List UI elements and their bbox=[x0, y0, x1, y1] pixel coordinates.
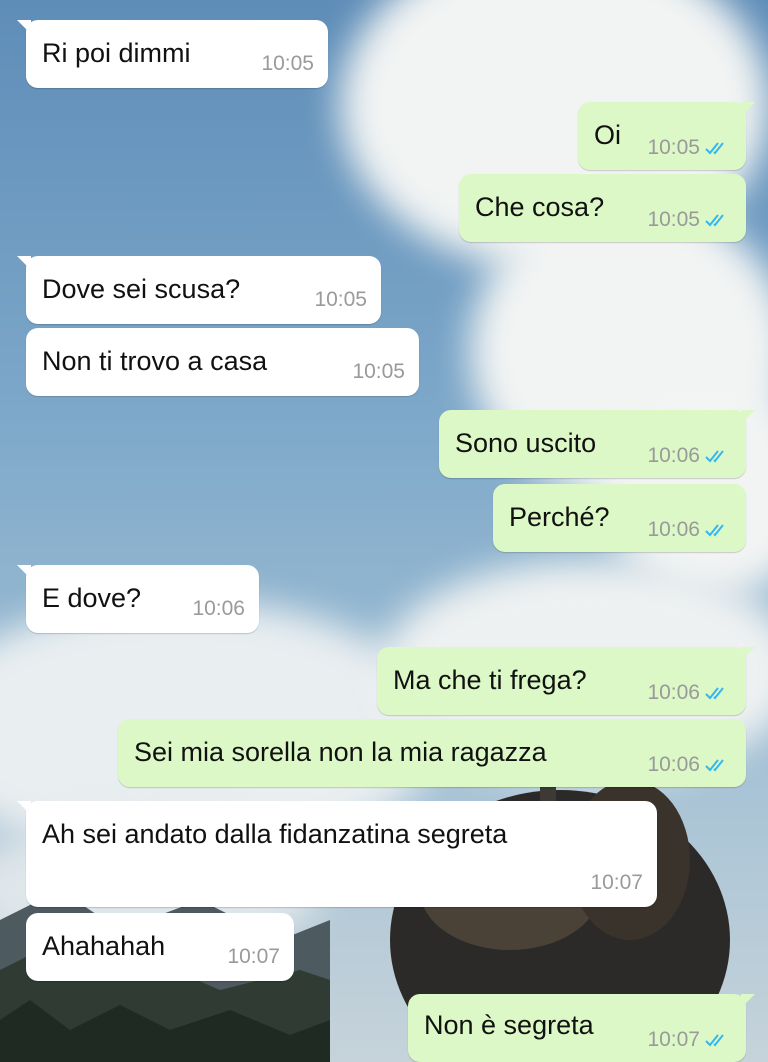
message-bubble-outgoing[interactable]: Non è segreta 10:07 bbox=[408, 994, 755, 1062]
message-bubble-incoming[interactable]: Dove sei scusa? 10:05 bbox=[17, 256, 381, 324]
message-meta: 10:05 bbox=[314, 288, 367, 312]
read-ticks-icon bbox=[705, 450, 724, 463]
read-ticks-icon bbox=[705, 1034, 724, 1047]
message-meta: 10:05 bbox=[647, 208, 732, 232]
message-meta: 10:05 bbox=[352, 360, 405, 384]
message-text: E dove? bbox=[42, 583, 142, 613]
message-bubble-incoming[interactable]: Ah sei andato dalla fidanzatina segreta … bbox=[17, 801, 657, 907]
message-text: Sono uscito bbox=[455, 428, 597, 458]
message-meta: 10:06 bbox=[647, 444, 732, 468]
message-bubble-outgoing[interactable]: Perché? 10:06 bbox=[493, 484, 746, 552]
message-time: 10:06 bbox=[647, 518, 700, 541]
message-time: 10:06 bbox=[647, 444, 700, 467]
message-bubble-incoming[interactable]: Ahahahah 10:07 bbox=[26, 913, 294, 981]
message-text: Ma che ti frega? bbox=[393, 665, 587, 695]
read-ticks-icon bbox=[705, 142, 724, 155]
read-ticks-icon bbox=[705, 687, 724, 700]
message-time: 10:06 bbox=[192, 597, 245, 620]
message-text: Sei mia sorella non la mia ragazza bbox=[134, 737, 547, 767]
message-text: Che cosa? bbox=[475, 192, 605, 222]
message-text: Ah sei andato dalla fidanzatina segreta bbox=[42, 819, 508, 849]
message-meta: 10:07 bbox=[590, 871, 643, 895]
message-text: Ahahahah bbox=[42, 931, 166, 961]
message-bubble-incoming[interactable]: E dove? 10:06 bbox=[17, 565, 259, 633]
read-ticks-icon bbox=[705, 759, 724, 772]
message-meta: 10:06 bbox=[647, 518, 732, 542]
message-time: 10:07 bbox=[590, 871, 643, 894]
message-text: Ri poi dimmi bbox=[42, 38, 191, 68]
message-time: 10:05 bbox=[647, 136, 700, 159]
message-meta: 10:05 bbox=[647, 136, 732, 160]
message-time: 10:07 bbox=[647, 1028, 700, 1051]
message-time: 10:05 bbox=[261, 52, 314, 75]
message-time: 10:05 bbox=[647, 208, 700, 231]
message-text: Non ti trovo a casa bbox=[42, 346, 268, 376]
message-bubble-incoming[interactable]: Non ti trovo a casa 10:05 bbox=[26, 328, 419, 396]
message-meta: 10:07 bbox=[647, 1028, 732, 1052]
message-meta: 10:07 bbox=[227, 945, 280, 969]
message-bubble-outgoing[interactable]: Sono uscito 10:06 bbox=[439, 410, 755, 478]
message-text: Non è segreta bbox=[424, 1010, 594, 1040]
read-ticks-icon bbox=[705, 214, 724, 227]
message-time: 10:07 bbox=[227, 945, 280, 968]
message-text: Perché? bbox=[509, 502, 610, 532]
message-time: 10:06 bbox=[647, 681, 700, 704]
read-ticks-icon bbox=[705, 524, 724, 537]
message-bubble-outgoing[interactable]: Oi 10:05 bbox=[578, 102, 755, 170]
message-bubble-outgoing[interactable]: Sei mia sorella non la mia ragazza 10:06 bbox=[118, 719, 746, 787]
message-text: Dove sei scusa? bbox=[42, 274, 241, 304]
message-bubble-incoming[interactable]: Ri poi dimmi 10:05 bbox=[17, 20, 328, 88]
message-meta: 10:06 bbox=[647, 753, 732, 777]
message-time: 10:05 bbox=[314, 288, 367, 311]
message-time: 10:05 bbox=[352, 360, 405, 383]
message-text: Oi bbox=[594, 120, 621, 150]
message-bubble-outgoing[interactable]: Che cosa? 10:05 bbox=[459, 174, 746, 242]
message-meta: 10:06 bbox=[647, 681, 732, 705]
message-meta: 10:05 bbox=[261, 52, 314, 76]
message-meta: 10:06 bbox=[192, 597, 245, 621]
message-time: 10:06 bbox=[647, 753, 700, 776]
message-bubble-outgoing[interactable]: Ma che ti frega? 10:06 bbox=[377, 647, 755, 715]
